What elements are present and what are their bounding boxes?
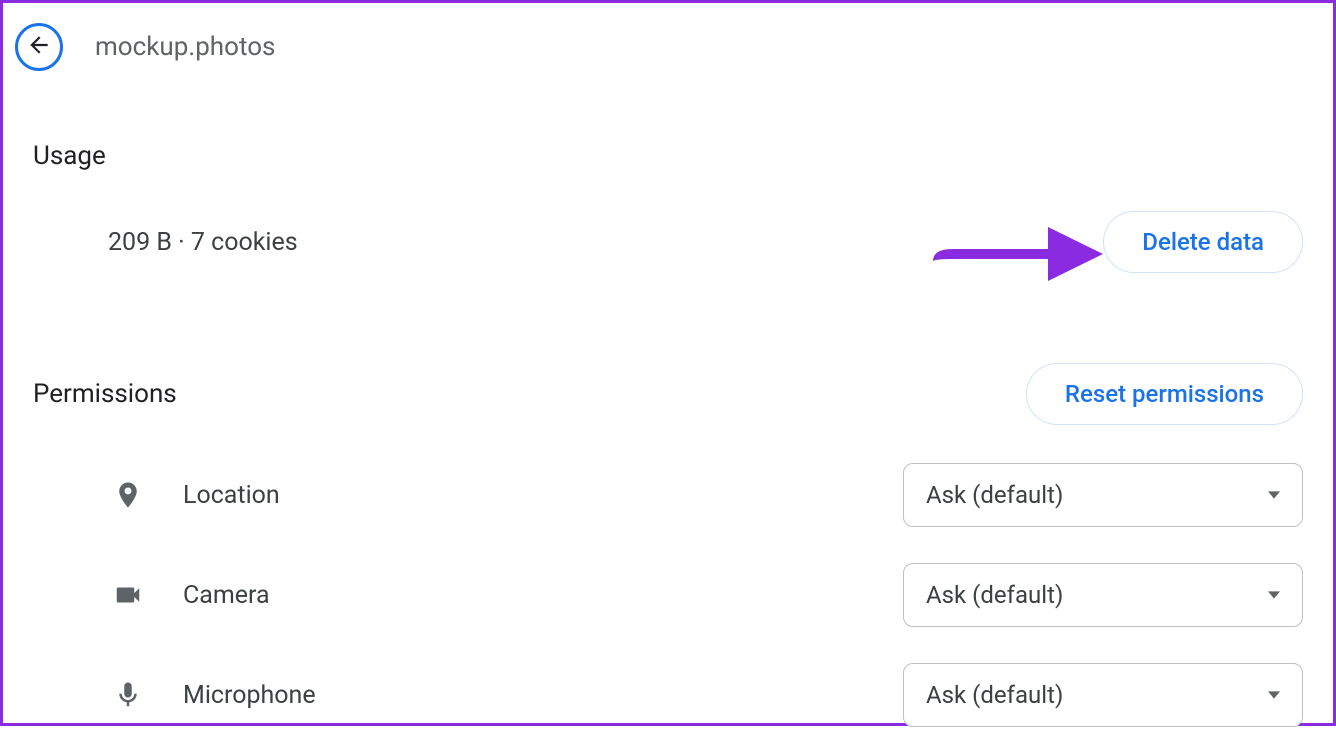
permission-label: Location [183, 481, 280, 510]
permission-select-camera[interactable]: Ask (default) [903, 563, 1303, 627]
permission-select-microphone[interactable]: Ask (default) [903, 663, 1303, 727]
select-value: Ask (default) [926, 481, 1063, 509]
permission-label-group: Microphone [113, 680, 316, 710]
permissions-heading-row: Permissions Reset permissions [3, 363, 1333, 425]
header: mockup.photos [3, 3, 1333, 91]
permission-label-group: Camera [113, 580, 270, 610]
usage-data-text: 209 B · 7 cookies [108, 228, 298, 257]
back-button[interactable] [15, 23, 63, 71]
chevron-down-icon [1268, 586, 1280, 605]
delete-data-button[interactable]: Delete data [1103, 211, 1303, 273]
chevron-down-icon [1268, 486, 1280, 505]
chevron-down-icon [1268, 686, 1280, 705]
usage-row: 209 B · 7 cookies Delete data [3, 211, 1333, 273]
permission-label: Microphone [183, 681, 316, 710]
permissions-heading: Permissions [33, 379, 177, 409]
select-value: Ask (default) [926, 681, 1063, 709]
camera-icon [113, 580, 143, 610]
usage-heading: Usage [3, 141, 1333, 171]
permission-label-group: Location [113, 480, 280, 510]
microphone-icon [113, 680, 143, 710]
permission-row-location: Location Ask (default) [33, 445, 1303, 545]
permission-label: Camera [183, 581, 270, 610]
site-title: mockup.photos [95, 32, 275, 62]
select-value: Ask (default) [926, 581, 1063, 609]
permission-row-microphone: Microphone Ask (default) [33, 645, 1303, 745]
arrow-left-icon [26, 32, 52, 62]
location-icon [113, 480, 143, 510]
reset-permissions-button[interactable]: Reset permissions [1026, 363, 1303, 425]
permission-row-camera: Camera Ask (default) [33, 545, 1303, 645]
permissions-list: Location Ask (default) Camera Ask (defau… [3, 425, 1333, 745]
permission-select-location[interactable]: Ask (default) [903, 463, 1303, 527]
